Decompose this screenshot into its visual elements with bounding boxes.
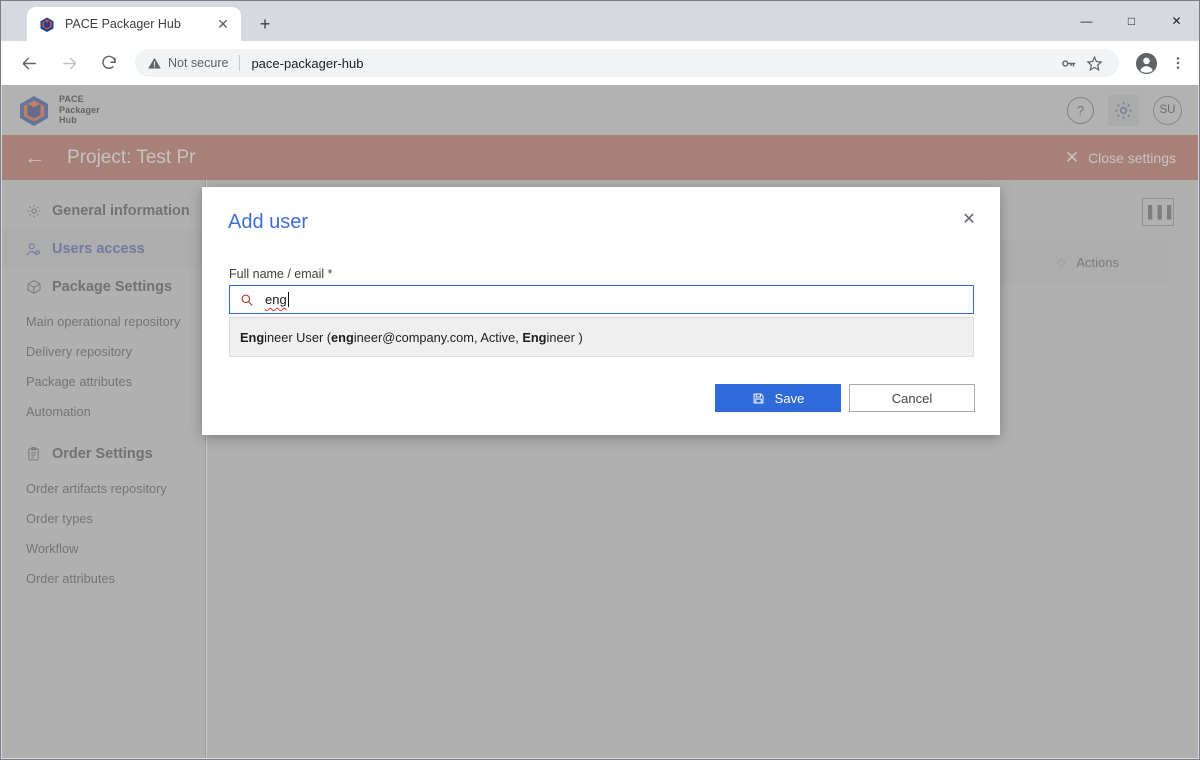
- field-label: Full name / email *: [229, 267, 333, 281]
- suggestion-role-prefix: Eng: [522, 329, 547, 345]
- full-name-email-input[interactable]: eng: [229, 285, 974, 314]
- dialog-close-icon[interactable]: ✕: [955, 205, 983, 233]
- omnibox-divider: [239, 55, 241, 71]
- suggestion-prefix: Eng: [240, 329, 265, 345]
- dialog-actions: Save Cancel: [715, 384, 975, 412]
- suggestion-email-prefix: eng: [331, 329, 354, 345]
- save-button-label: Save: [774, 390, 805, 406]
- cancel-button-label: Cancel: [891, 390, 933, 406]
- profile-avatar-icon[interactable]: [1131, 48, 1161, 78]
- new-tab-button[interactable]: +: [251, 10, 279, 38]
- window-minimize-button[interactable]: —: [1064, 5, 1109, 37]
- cancel-button[interactable]: Cancel: [849, 384, 975, 412]
- browser-tab-strip: PACE Packager Hub ✕ +: [1, 1, 1199, 41]
- key-icon[interactable]: [1055, 50, 1081, 76]
- back-button[interactable]: [14, 48, 44, 78]
- security-status-label: Not secure: [168, 56, 229, 70]
- address-bar[interactable]: Not secure pace-packager-hub: [135, 49, 1119, 77]
- url-text: pace-packager-hub: [251, 55, 364, 71]
- warning-triangle-icon: [148, 57, 161, 68]
- browser-toolbar: Not secure pace-packager-hub: [1, 41, 1199, 85]
- suggestion-item[interactable]: Engineer User (engineer@company.com, Act…: [230, 324, 973, 350]
- forward-button[interactable]: [54, 48, 84, 78]
- suggestion-role-rest: ineer ): [546, 329, 583, 345]
- search-magnifier-icon: [241, 294, 253, 306]
- browser-window: PACE Packager Hub ✕ + — □ ✕ Not secure p…: [0, 0, 1200, 760]
- window-maximize-button[interactable]: □: [1109, 5, 1154, 37]
- window-controls: — □ ✕: [1064, 1, 1199, 41]
- text-caret: [287, 292, 289, 307]
- omnibox-right-icons: [1055, 50, 1107, 76]
- page-viewport: PACE Packager Hub ? SU ← Project: Test P: [2, 85, 1198, 758]
- save-disk-icon: [752, 392, 765, 405]
- suggestion-rest: ineer User (: [264, 329, 332, 345]
- star-icon[interactable]: [1081, 50, 1107, 76]
- three-dot-menu-icon[interactable]: [1165, 48, 1191, 78]
- required-marker: *: [327, 267, 333, 281]
- add-user-dialog: Add user ✕ Full name / email * eng Engin…: [202, 187, 1000, 435]
- tab-close-icon[interactable]: ✕: [213, 14, 233, 34]
- window-close-button[interactable]: ✕: [1154, 5, 1199, 37]
- browser-tab-title: PACE Packager Hub: [65, 17, 181, 31]
- field-label-text: Full name / email: [229, 267, 325, 281]
- search-input-value: eng: [265, 292, 287, 307]
- reload-button[interactable]: [94, 48, 124, 78]
- save-button[interactable]: Save: [715, 384, 841, 412]
- suggestion-dropdown: Engineer User (engineer@company.com, Act…: [229, 317, 974, 357]
- pace-cube-favicon: [40, 17, 54, 32]
- suggestion-email-rest: ineer@company.com, Active,: [353, 329, 523, 345]
- dialog-title: Add user: [228, 211, 309, 233]
- browser-tab[interactable]: PACE Packager Hub ✕: [27, 7, 241, 41]
